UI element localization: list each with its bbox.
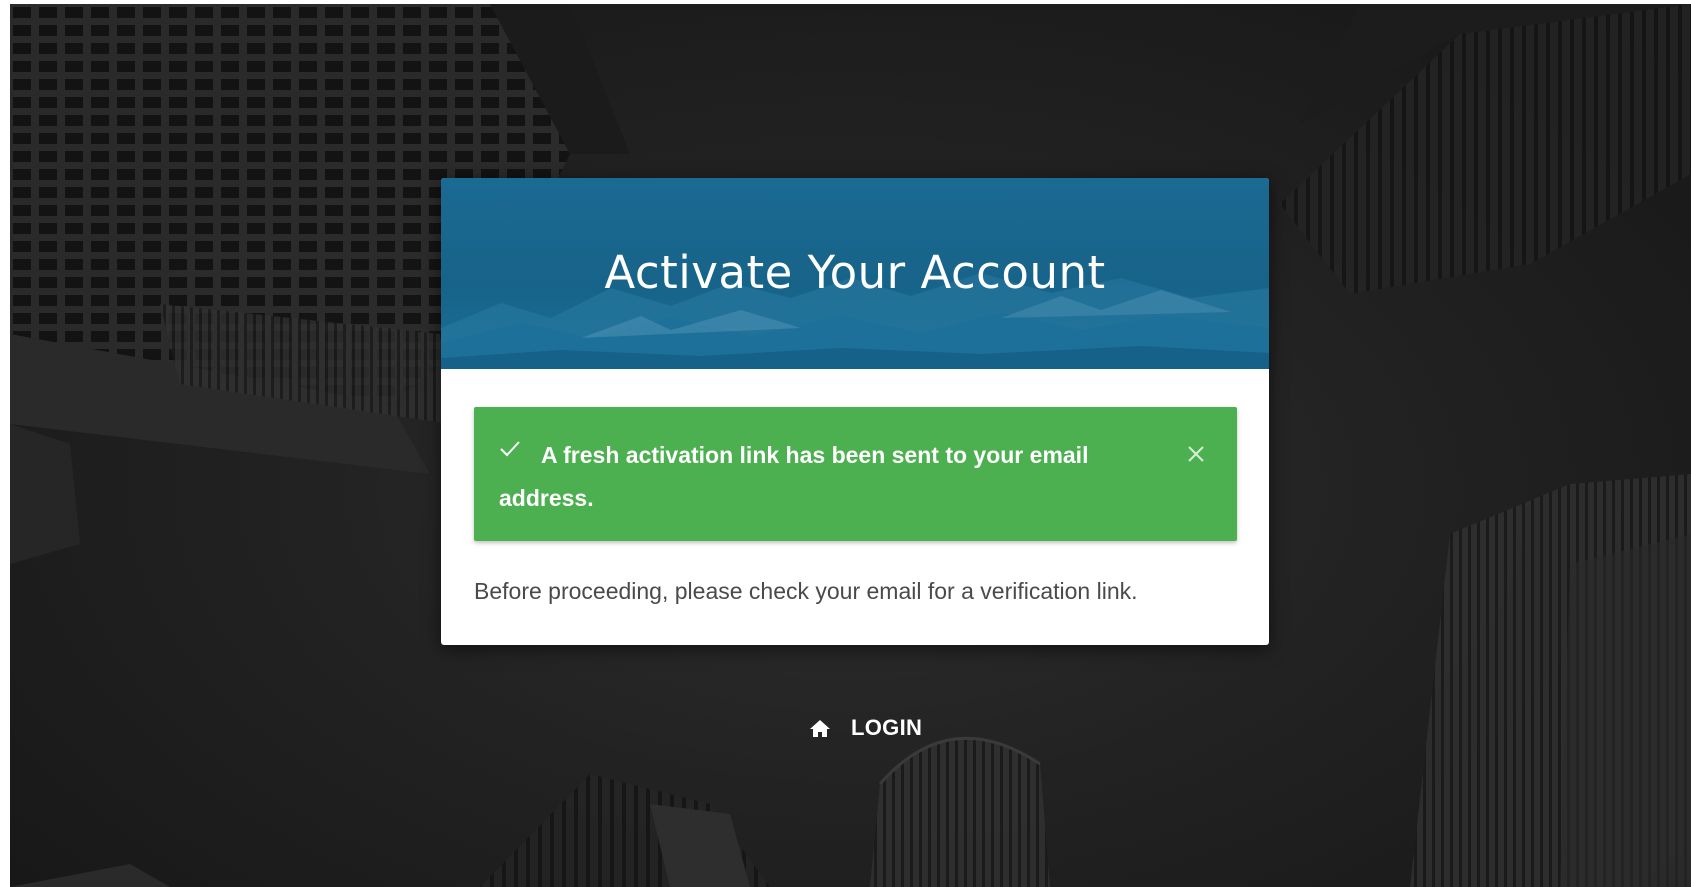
verification-instructions: Before proceeding, please check your ema… [474,578,1138,604]
page-background: Activate Your Account A fresh activation… [10,4,1691,887]
success-alert: A fresh activation link has been sent to… [474,407,1237,541]
login-link[interactable]: LOGIN [809,713,922,743]
home-icon [810,720,830,737]
activation-card: Activate Your Account A fresh activation… [441,178,1269,645]
close-icon[interactable] [1186,444,1206,464]
card-header: Activate Your Account [441,178,1269,369]
alert-message: A fresh activation link has been sent to… [499,442,1089,511]
login-label: LOGIN [851,715,923,740]
page-title: Activate Your Account [604,246,1106,299]
